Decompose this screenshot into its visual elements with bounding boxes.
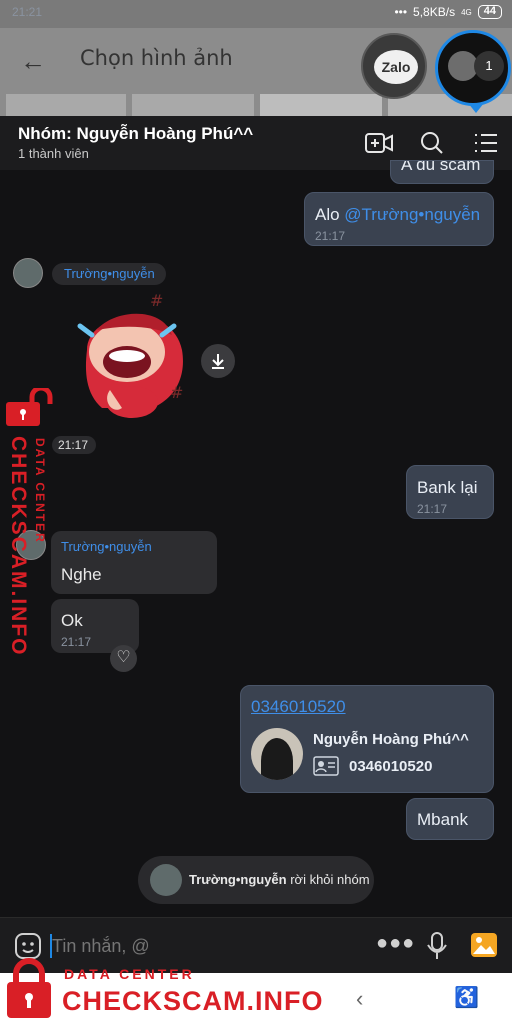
avatar [150, 864, 182, 896]
message-text: A đủ scam [401, 160, 481, 174]
message-time: 21:17 [417, 502, 448, 516]
more-icon[interactable]: ●●● [376, 932, 415, 955]
message-text: Bank lại [417, 478, 478, 497]
search-icon[interactable] [420, 130, 444, 156]
svg-text:#: # [150, 291, 163, 310]
message-bubble-outgoing[interactable]: Mbank [406, 798, 494, 840]
system-notice: Trường•nguyễn rời khỏi nhóm [138, 856, 374, 904]
notice-text: rời khỏi nhóm [286, 872, 370, 887]
watermark-lock-icon [7, 958, 51, 1018]
avatar[interactable] [13, 258, 43, 288]
contact-avatar [251, 728, 303, 780]
contact-name: Nguyễn Hoàng Phú^^ [313, 731, 469, 748]
message-time: 21:17 [315, 229, 346, 243]
mention-link[interactable]: @Trường•nguyễn [344, 205, 480, 224]
signal-dots-icon: ••• [394, 5, 408, 19]
sender-name[interactable]: Trường•nguyễn [61, 539, 152, 554]
message-bubble-incoming[interactable]: Trường•nguyễn Nghe [51, 531, 217, 594]
sender-name[interactable]: Trường•nguyễn [52, 263, 166, 285]
message-bubble-outgoing[interactable]: Bank lại 21:17 [406, 465, 494, 519]
contact-phone: 0346010520 [349, 758, 433, 775]
message-text: Alo [315, 205, 345, 224]
heart-icon[interactable]: ♡ [110, 645, 137, 672]
unread-badge: 1 [474, 51, 504, 81]
sticker-time: 21:17 [52, 436, 96, 454]
watermark-subtitle: DATA CENTER [64, 966, 195, 982]
video-call-icon[interactable] [364, 130, 394, 156]
back-nav-icon[interactable]: ‹ [356, 986, 363, 1012]
sticker-icon[interactable] [14, 932, 42, 960]
watermark-subtitle: DATA CENTER [33, 438, 47, 544]
download-button[interactable] [201, 344, 235, 378]
contact-card-message[interactable]: 0346010520 Nguyễn Hoàng Phú^^ 0346010520 [240, 685, 494, 793]
accessibility-icon[interactable]: ♿ [454, 985, 479, 1010]
message-text: Ok [61, 611, 83, 630]
group-title[interactable]: Nhóm: Nguyễn Hoàng Phú^^ [18, 124, 253, 144]
chat-head-pointer [468, 103, 484, 113]
message-text: Nghe [61, 565, 102, 584]
network-type: 4G [461, 7, 472, 17]
mic-icon[interactable] [426, 931, 448, 961]
arrow-left-icon[interactable]: ← [20, 46, 46, 77]
chat-head-bubble[interactable]: 1 [435, 30, 511, 113]
network-speed: 5,8KB/s [413, 5, 456, 19]
svg-text:#: # [170, 383, 183, 402]
status-bar: 21:21 ••• 5,8KB/s 4G 44 [0, 0, 512, 28]
watermark-lock-icon [4, 385, 54, 428]
member-count: 1 thành viên [18, 146, 89, 161]
message-time: 21:17 [61, 635, 92, 649]
crying-girl-sticker[interactable]: # # [62, 290, 202, 430]
battery-icon: 44 [477, 5, 502, 19]
message-input[interactable] [52, 930, 312, 962]
message-text: Mbank [417, 810, 469, 829]
message-bubble-outgoing[interactable]: A đủ scam [390, 160, 494, 184]
watermark-title: CHECKSCAM.INFO [62, 986, 324, 1016]
download-icon [212, 354, 224, 369]
message-composer: ●●● [0, 917, 512, 973]
menu-list-icon[interactable] [474, 130, 498, 156]
contact-card-icon [313, 756, 339, 776]
message-bubble-outgoing[interactable]: Alo @Trường•nguyễn 21:17 [304, 192, 494, 246]
zalo-logo-icon: Zalo [374, 50, 418, 84]
zalo-floating-button[interactable]: Zalo [361, 33, 427, 99]
image-icon[interactable] [470, 932, 498, 958]
phone-link[interactable]: 0346010520 [251, 697, 346, 717]
notice-name[interactable]: Trường•nguyễn [189, 872, 287, 887]
picker-title: Chọn hình ảnh [80, 46, 233, 70]
status-time: 21:21 [12, 5, 43, 19]
watermark-title: CHECKSCAM.INFO [7, 436, 30, 657]
